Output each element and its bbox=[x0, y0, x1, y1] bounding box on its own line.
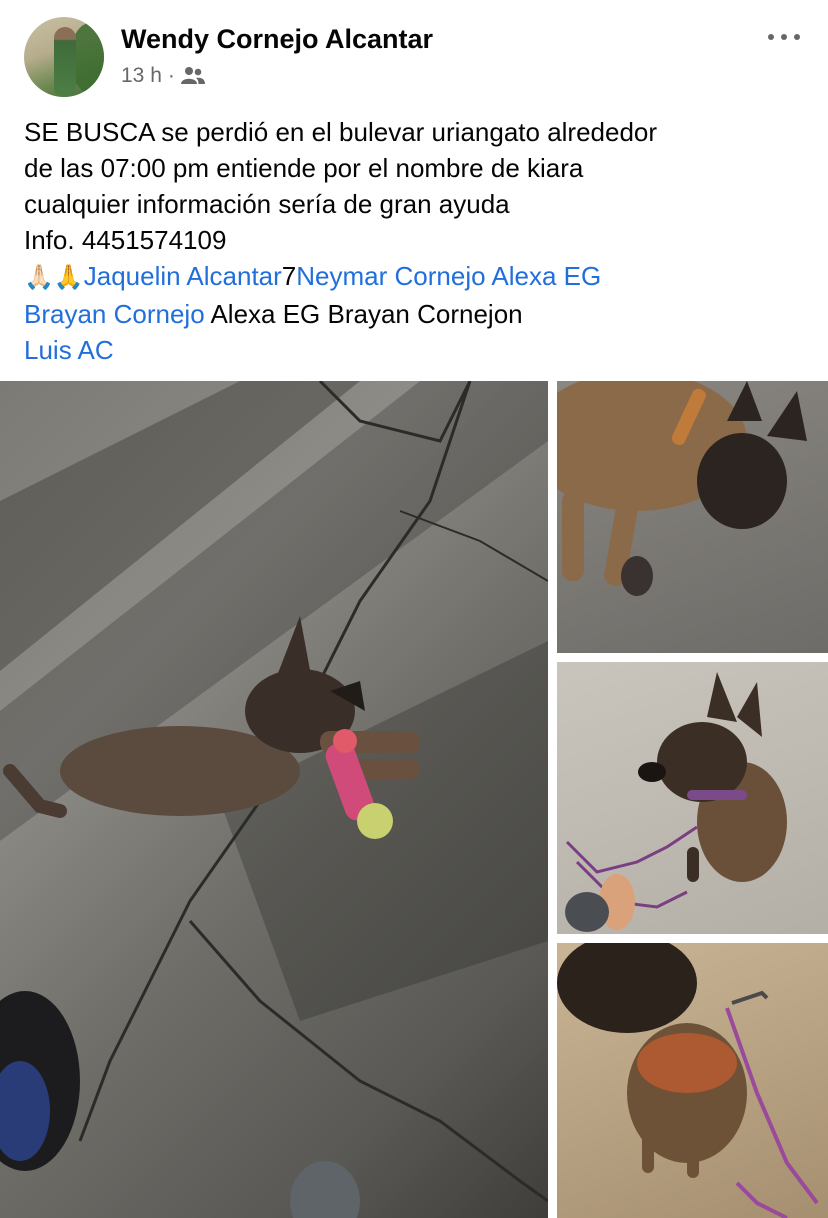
more-options-icon[interactable] bbox=[768, 28, 800, 46]
photo-puppy-sitting[interactable] bbox=[557, 662, 828, 934]
post-text-line: de las 07:00 pm entiende por el nombre d… bbox=[24, 153, 584, 183]
mention-tag[interactable]: Brayan Cornejo bbox=[24, 299, 205, 329]
mention-tag[interactable]: Luis AC bbox=[24, 335, 114, 365]
post-text: SE BUSCA se perdió en el bulevar urianga… bbox=[24, 114, 814, 368]
photo-grid bbox=[0, 381, 828, 1218]
mention-separator: 7 bbox=[281, 261, 297, 291]
friends-icon[interactable] bbox=[180, 66, 205, 86]
plain-mention-text: Alexa EG Brayan Cornejon bbox=[210, 299, 523, 329]
avatar-figure bbox=[54, 27, 76, 95]
post-meta: 13 h · bbox=[121, 64, 205, 88]
avatar[interactable] bbox=[24, 17, 104, 97]
mention-tag[interactable]: Alexa EG bbox=[491, 261, 601, 291]
post-text-line: Info. 4451574109 bbox=[24, 225, 227, 255]
photo-puppy-pavement[interactable] bbox=[0, 381, 548, 1218]
post-header: Wendy Cornejo Alcantar 13 h · bbox=[0, 0, 828, 110]
praying-hands-emoji: 🙏🏻🙏 bbox=[24, 264, 84, 291]
more-dot bbox=[768, 34, 774, 40]
post-text-line: cualquier información sería de gran ayud… bbox=[24, 189, 510, 219]
post-text-line: SE BUSCA se perdió en el bulevar urianga… bbox=[24, 117, 658, 147]
author-name[interactable]: Wendy Cornejo Alcantar bbox=[121, 24, 433, 55]
mention-tag[interactable]: Jaquelin Alcantar bbox=[84, 261, 282, 291]
photo-puppy-lying[interactable] bbox=[557, 381, 828, 653]
more-dot bbox=[781, 34, 787, 40]
post-time[interactable]: 13 h bbox=[121, 64, 162, 88]
meta-separator: · bbox=[167, 64, 175, 87]
mentions-line-1: 🙏🏻🙏Jaquelin Alcantar7Neymar Cornejo Alex… bbox=[24, 258, 814, 296]
more-dot bbox=[794, 34, 800, 40]
mention-tag[interactable]: Neymar Cornejo bbox=[296, 261, 485, 291]
mentions-line-3: Luis AC bbox=[24, 332, 814, 368]
mentions-line-2: Brayan Cornejo Alexa EG Brayan Cornejon bbox=[24, 296, 814, 332]
photo-puppy-harness[interactable] bbox=[557, 943, 828, 1218]
